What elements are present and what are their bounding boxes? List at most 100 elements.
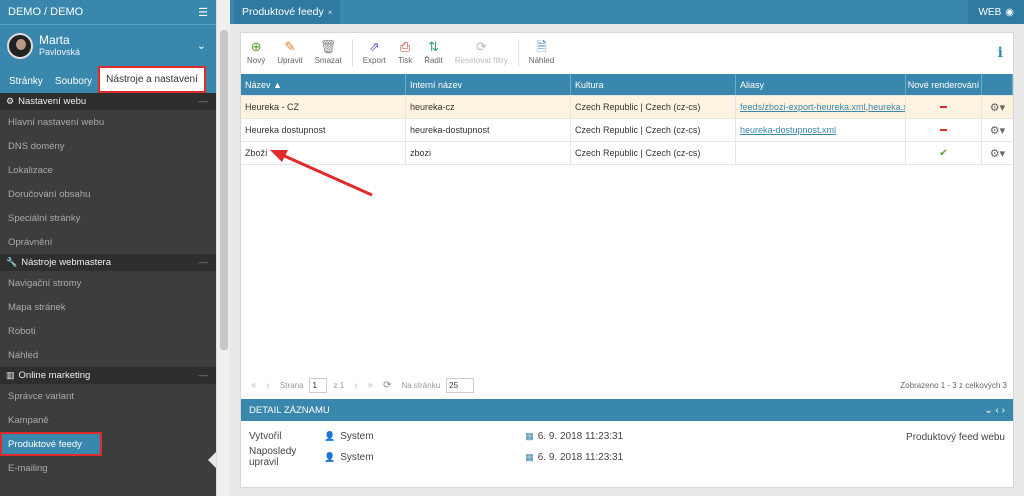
section-webmaster-tools[interactable]: 🔧 Nástroje webmastera —: [0, 254, 216, 271]
tab-pages[interactable]: Stránky: [3, 69, 49, 93]
divider: [517, 39, 519, 67]
sidebar-item-variants[interactable]: Správce variant: [0, 384, 216, 408]
page-input[interactable]: 1: [309, 377, 328, 393]
cell-culture: Czech Republic | Czech (cz-cs): [571, 119, 736, 141]
edit-button[interactable]: ✎ Upravit: [271, 39, 308, 65]
minus-icon: [940, 106, 947, 108]
button-label: Náhled: [528, 56, 555, 65]
delete-button[interactable]: 🗑 Smazat: [309, 39, 348, 65]
info-icon[interactable]: i: [998, 45, 1003, 61]
sidebar-item-robots[interactable]: Roboti: [0, 319, 216, 343]
gear-icon[interactable]: ⚙▾: [990, 147, 1005, 160]
detail-controls[interactable]: ⌄ ‹ ›: [984, 405, 1005, 416]
section-online-marketing[interactable]: ▥ Online marketing —: [0, 367, 216, 384]
sidebar: DEMO / DEMO ☰ Marta Pavlovská ⌄ Stránky …: [0, 0, 216, 496]
pager: « ‹ Strana 1 z 1 › » ⟳ Na stránku 25 Zob…: [241, 374, 1013, 396]
column-actions: [982, 74, 1013, 95]
sidebar-item-nav-trees[interactable]: Navigační stromy: [0, 271, 216, 295]
cell-internal: heureka-cz: [406, 96, 571, 118]
column-name[interactable]: Název ▲: [241, 74, 406, 95]
cell-render: ✔: [906, 142, 982, 164]
bar-chart-icon: ▥: [6, 370, 15, 380]
page-total: Zobrazeno 1 - 3 z celkových 3: [900, 380, 1007, 390]
alias-link[interactable]: feeds/zbozi-export-heureka.xml: [740, 102, 866, 112]
scrollbar-thumb[interactable]: [220, 30, 228, 350]
gear-icon[interactable]: ⚙▾: [990, 101, 1005, 114]
sidebar-item-sitemap[interactable]: Mapa stránek: [0, 295, 216, 319]
user-box[interactable]: Marta Pavlovská ⌄: [0, 24, 216, 66]
updated-at: 6. 9. 2018 11:23:31: [537, 451, 624, 463]
menu-icon[interactable]: ☰: [198, 6, 208, 19]
column-new-rendering[interactable]: Nové renderování: [906, 74, 982, 95]
user-first-name: Marta: [39, 33, 70, 47]
reset-filters-button[interactable]: ⟳ Resetovat filtry: [449, 39, 514, 65]
export-button[interactable]: ⇗ Export: [357, 39, 392, 65]
divider: [351, 39, 353, 67]
cell-internal: zbozi: [406, 142, 571, 164]
alias-link[interactable]: heureka.xml: [868, 102, 905, 112]
section-web-settings[interactable]: ⚙ Nastavení webu —: [0, 93, 216, 110]
sidebar-item-dns[interactable]: DNS domény: [0, 134, 216, 158]
chevron-down-icon[interactable]: ⌄: [197, 39, 206, 52]
first-page-icon[interactable]: «: [251, 380, 257, 391]
last-page-icon[interactable]: »: [368, 380, 374, 391]
button-label: Resetovat filtry: [454, 56, 508, 65]
cell-internal: heureka-dostupnost: [406, 119, 571, 141]
prev-page-icon[interactable]: ‹: [267, 380, 270, 391]
cell-name: Heureka dostupnost: [241, 119, 406, 141]
globe-icon: ◉: [1005, 6, 1014, 18]
section-label: Nástroje webmastera: [21, 257, 111, 268]
sidebar-item-product-feeds[interactable]: Produktové feedy: [0, 432, 102, 456]
sidebar-item-main-settings[interactable]: Hlavní nastavení webu: [0, 110, 216, 134]
created-at: 6. 9. 2018 11:23:31: [537, 431, 624, 442]
button-label: Řadit: [424, 56, 443, 65]
refresh-icon: ⟳: [475, 39, 487, 54]
next-page-icon[interactable]: ›: [354, 380, 357, 391]
gear-icon[interactable]: ⚙▾: [990, 124, 1005, 137]
print-button[interactable]: ⎙ Tisk: [392, 39, 418, 65]
table-row[interactable]: Heureka - CZ heureka-cz Czech Republic |…: [241, 96, 1013, 119]
sidebar-scrollbar[interactable]: [216, 0, 230, 496]
button-label: Export: [362, 56, 386, 65]
sort-button[interactable]: ⇅ Řadit: [418, 39, 449, 65]
minus-icon: [940, 129, 947, 131]
main-panel: ⊕ Nový ✎ Upravit 🗑 Smazat ⇗ Export ⎙ Tisk ⇅ Řa…: [240, 32, 1014, 488]
sidebar-item-permissions[interactable]: Oprávnění: [0, 230, 216, 254]
tab-files[interactable]: Soubory: [49, 69, 98, 93]
tab-tools-settings[interactable]: Nástroje a nastavení: [98, 66, 206, 93]
created-by: System: [340, 431, 374, 442]
collapse-icon[interactable]: —: [199, 370, 209, 381]
section-label: Nastavení webu: [18, 96, 87, 107]
sidebar-item-preview[interactable]: Náhled: [0, 343, 216, 367]
table-header: Název ▲ Interní název Kultura Aliasy Nov…: [241, 74, 1013, 96]
wrench-icon: 🔧: [6, 257, 18, 267]
preview-button[interactable]: 🗎 Náhled: [523, 39, 560, 65]
refresh-icon[interactable]: ⟳: [383, 380, 391, 391]
column-aliases[interactable]: Aliasy: [736, 74, 906, 95]
button-label: Upravit: [277, 56, 303, 65]
new-button[interactable]: ⊕ Nový: [241, 39, 271, 65]
sidebar-item-campaigns[interactable]: Kampaně: [0, 408, 216, 432]
column-internal-name[interactable]: Interní název: [406, 74, 571, 95]
sidebar-item-localization[interactable]: Lokalizace: [0, 158, 216, 182]
sidebar-item-emailing[interactable]: E-mailing: [0, 456, 216, 480]
tab-product-feeds[interactable]: Produktové feedy ×: [234, 0, 341, 24]
sort-icon: ⇅: [428, 39, 439, 54]
collapse-icon[interactable]: —: [199, 257, 209, 268]
user-icon: 👤: [324, 451, 336, 462]
tab-label: Produktové feedy: [242, 6, 324, 18]
active-pointer: [208, 452, 216, 468]
avatar: [7, 32, 33, 59]
column-culture[interactable]: Kultura: [571, 74, 736, 95]
collapse-icon[interactable]: —: [199, 96, 209, 107]
per-page-input[interactable]: 25: [446, 377, 475, 393]
web-button[interactable]: WEB ◉: [968, 0, 1024, 24]
table-row[interactable]: Heureka dostupnost heureka-dostupnost Cz…: [241, 119, 1013, 142]
sidebar-item-special-pages[interactable]: Speciální stránky: [0, 206, 216, 230]
alias-link[interactable]: heureka-dostupnost.xml: [740, 125, 836, 135]
pencil-icon: ✎: [284, 39, 296, 54]
updated-label: Naposledy upravil: [249, 446, 297, 468]
sidebar-item-content-delivery[interactable]: Doručování obsahu: [0, 182, 216, 206]
gears-icon: ⚙: [6, 96, 15, 106]
close-icon[interactable]: ×: [328, 8, 333, 17]
